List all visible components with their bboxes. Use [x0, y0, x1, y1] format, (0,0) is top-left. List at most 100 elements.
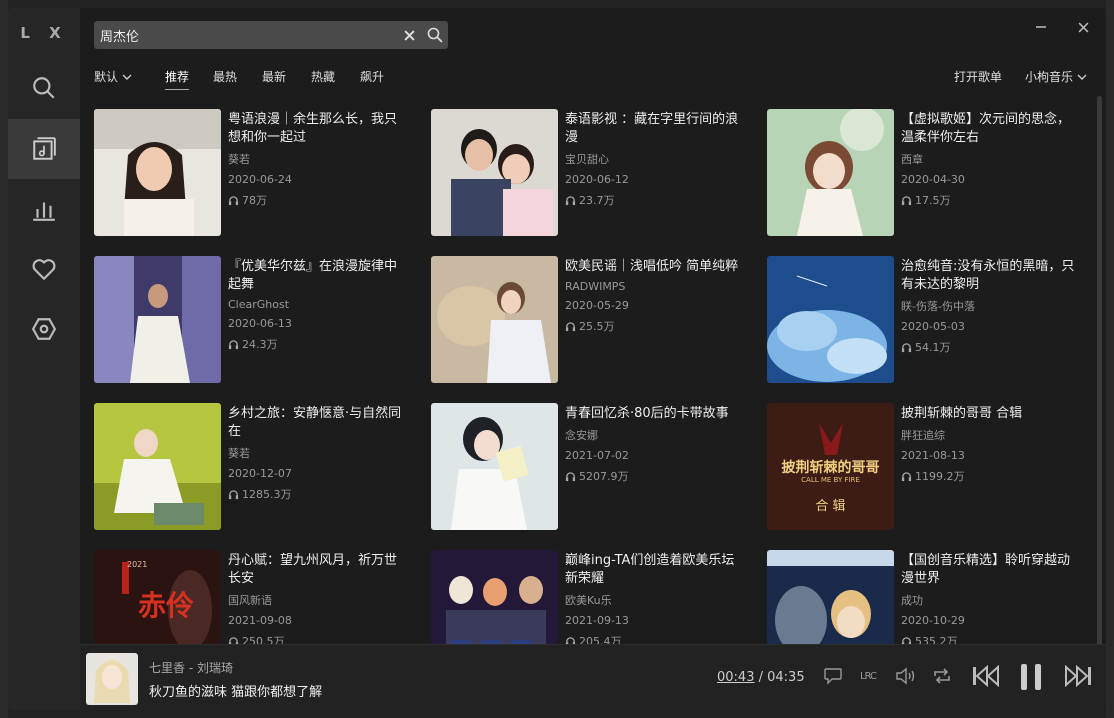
- playlist-title[interactable]: 披荆斩棘的哥哥 合辑: [901, 405, 1081, 423]
- play-count: 78万: [242, 194, 267, 207]
- scrollbar[interactable]: [1097, 96, 1102, 646]
- close-icon: [403, 29, 415, 41]
- nav-settings[interactable]: [8, 299, 80, 359]
- playlist-author: 欧美Ku乐: [565, 594, 612, 607]
- tab-rising[interactable]: 飙升: [360, 68, 384, 85]
- sort-label: 默认: [94, 70, 119, 84]
- playlist-card[interactable]: 乡村之旅：安静惬意·与自然同在 葵若 2020-12-07 1285.3万: [94, 403, 414, 531]
- skip-forward-icon: [1065, 665, 1091, 687]
- playlist-date: 2020-05-03: [901, 320, 965, 333]
- tab-hot-collect[interactable]: 热藏: [311, 68, 335, 85]
- playlist-date: 2020-12-07: [228, 467, 292, 480]
- desktop-edge-left: [0, 0, 8, 718]
- playlist-cover: [94, 256, 221, 383]
- playlist-author: 葵若: [228, 153, 250, 166]
- now-playing-lyric: 秋刀鱼的滋味 猫跟你都想了解: [149, 685, 323, 700]
- playlist-title[interactable]: 泰语影视 ：藏在字里行间的浪漫: [565, 111, 745, 147]
- playlist-title[interactable]: 青春回忆杀·80后的卡带故事: [565, 405, 745, 423]
- source-dropdown[interactable]: 小枸音乐: [1025, 68, 1087, 85]
- sort-dropdown[interactable]: 默认: [94, 68, 132, 85]
- player-bar: 七里香 - 刘瑞琦 秋刀鱼的滋味 猫跟你都想了解 00:43 / 04:35 L…: [80, 644, 1106, 710]
- source-label: 小枸音乐: [1025, 70, 1074, 84]
- clear-search-button[interactable]: [396, 21, 422, 49]
- playlist-title[interactable]: 欧美民谣｜浅唱低吟 简单纯粹: [565, 258, 745, 276]
- playlist-card[interactable]: 泰语影视 ：藏在字里行间的浪漫 宝贝甜心 2020-06-12 23.7万: [431, 109, 751, 237]
- playlist-date: 2021-08-13: [901, 449, 965, 462]
- playlist-title[interactable]: 巅峰ing-TA们创造着欧美乐坛新荣耀: [565, 552, 745, 588]
- playlist-author: 胖狂追综: [901, 429, 945, 442]
- playlist-cover: [94, 403, 221, 530]
- playlist-card[interactable]: 【国创音乐精选】聆听穿越动漫世界 成功 2020-10-29 535.2万: [767, 550, 1087, 649]
- tab-hottest[interactable]: 最热: [213, 68, 237, 85]
- search-icon: [427, 27, 443, 43]
- cover-year-text: 2021: [127, 560, 148, 569]
- playlist-date: 2021-09-08: [228, 614, 292, 627]
- nav-playlists[interactable]: [8, 119, 80, 179]
- app-window: L X 周杰伦 默认 推荐 最热 最新 热藏 飙升 打开歌单 小枸音乐 粤语浪漫…: [8, 8, 1106, 710]
- playlist-card[interactable]: 青春回忆杀·80后的卡带故事 念安娜 2021-07-02 5207.9万: [431, 403, 751, 531]
- comment-icon: [824, 668, 842, 685]
- headphones-icon: [565, 471, 576, 481]
- headphones-icon: [901, 342, 912, 352]
- playlist-author: 念安娜: [565, 429, 598, 442]
- playlist-title[interactable]: 丹心赋：望九州风月，祈万世长安: [228, 552, 408, 588]
- skip-back-icon: [973, 665, 999, 687]
- playlist-card[interactable]: 2021 赤伶 丹心赋：望九州风月，祈万世长安 国风新语 2021-09-08 …: [94, 550, 414, 649]
- playlist-card[interactable]: 治愈纯音:没有永恒的黑暗，只有未达的黎明 眹-伤落-伤中落 2020-05-03…: [767, 256, 1087, 384]
- play-count: 25.5万: [579, 320, 615, 333]
- playlist-title[interactable]: 【虚拟歌姬】次元间的思念，温柔伴你左右: [901, 111, 1081, 147]
- playlist-plays: 23.7万: [565, 192, 745, 208]
- headphones-icon: [565, 321, 576, 331]
- lyrics-button[interactable]: LRC: [856, 665, 880, 687]
- playlist-title[interactable]: 粤语浪漫｜余生那么长，我只想和你一起过: [228, 111, 408, 147]
- playlist-card[interactable]: 披荆斩棘的哥哥 CALL ME BY FIRE 合 辑 披荆斩棘的哥哥 合辑 胖…: [767, 403, 1087, 531]
- playlist-card[interactable]: 【虚拟歌姬】次元间的思念，温柔伴你左右 西章 2020-04-30 17.5万: [767, 109, 1087, 237]
- playlist-cover: [431, 403, 558, 530]
- playlist-date: 2020-06-24: [228, 173, 292, 186]
- minimize-button[interactable]: [1030, 16, 1052, 38]
- repeat-button[interactable]: [930, 665, 954, 687]
- playlist-card[interactable]: 巅峰ing-TA们创造着欧美乐坛新荣耀 欧美Ku乐 2021-09-13 205…: [431, 550, 751, 649]
- chevron-down-icon: [122, 74, 132, 80]
- volume-button[interactable]: [894, 665, 918, 687]
- playlist-date: 2020-10-29: [901, 614, 965, 627]
- open-playlist-link[interactable]: 打开歌单: [954, 68, 1002, 85]
- playlist-card[interactable]: 『优美华尔兹』在浪漫旋律中起舞 ClearGhost 2020-06-13 24…: [94, 256, 414, 384]
- playlist-title[interactable]: 【国创音乐精选】聆听穿越动漫世界: [901, 552, 1081, 588]
- now-playing-cover[interactable]: [86, 653, 138, 705]
- playlist-card[interactable]: 欧美民谣｜浅唱低吟 简单纯粹 RADWIMPS 2020-05-29 25.5万: [431, 256, 751, 384]
- search-box: 周杰伦: [94, 21, 448, 49]
- nav-favorites[interactable]: [8, 239, 80, 299]
- play-count: 1199.2万: [915, 470, 965, 483]
- playlist-card[interactable]: 粤语浪漫｜余生那么长，我只想和你一起过 葵若 2020-06-24 78万: [94, 109, 414, 237]
- playlist-title[interactable]: 治愈纯音:没有永恒的黑暗，只有未达的黎明: [901, 258, 1081, 294]
- close-window-button[interactable]: [1072, 16, 1094, 38]
- playlist-date: 2020-06-13: [228, 317, 292, 330]
- playlist-author: 宝贝甜心: [565, 153, 609, 166]
- playlist-title[interactable]: 『优美华尔兹』在浪漫旋律中起舞: [228, 258, 408, 294]
- nav-search[interactable]: [8, 58, 80, 118]
- playlist-plays: 24.3万: [228, 336, 408, 352]
- headphones-icon: [901, 471, 912, 481]
- tab-newest[interactable]: 最新: [262, 68, 286, 85]
- pause-button[interactable]: [1016, 661, 1046, 693]
- search-submit-button[interactable]: [422, 21, 448, 49]
- next-track-button[interactable]: [1062, 663, 1094, 689]
- playlist-author: 成功: [901, 594, 923, 607]
- playlist-cover: [431, 550, 558, 649]
- lyrics-icon: LRC: [859, 670, 877, 682]
- playlist-plays: 5207.9万: [565, 468, 745, 484]
- search-input[interactable]: 周杰伦: [94, 26, 396, 45]
- previous-track-button[interactable]: [970, 663, 1002, 689]
- playlist-cover: [767, 109, 894, 236]
- playlist-cover: [431, 109, 558, 236]
- cover-title-text: 披荆斩棘的哥哥: [781, 460, 880, 476]
- playback-time: 00:43 / 04:35: [717, 670, 805, 685]
- comment-button[interactable]: [822, 665, 844, 687]
- tab-recommended[interactable]: 推荐: [165, 68, 190, 90]
- playlist-title[interactable]: 乡村之旅：安静惬意·与自然同在: [228, 405, 408, 441]
- cover-title-text: 赤伶: [138, 589, 195, 622]
- close-icon: [1078, 22, 1088, 32]
- tab-bar: 默认 推荐 最热 最新 热藏 飙升 打开歌单 小枸音乐: [94, 68, 1094, 90]
- nav-charts[interactable]: [8, 179, 80, 239]
